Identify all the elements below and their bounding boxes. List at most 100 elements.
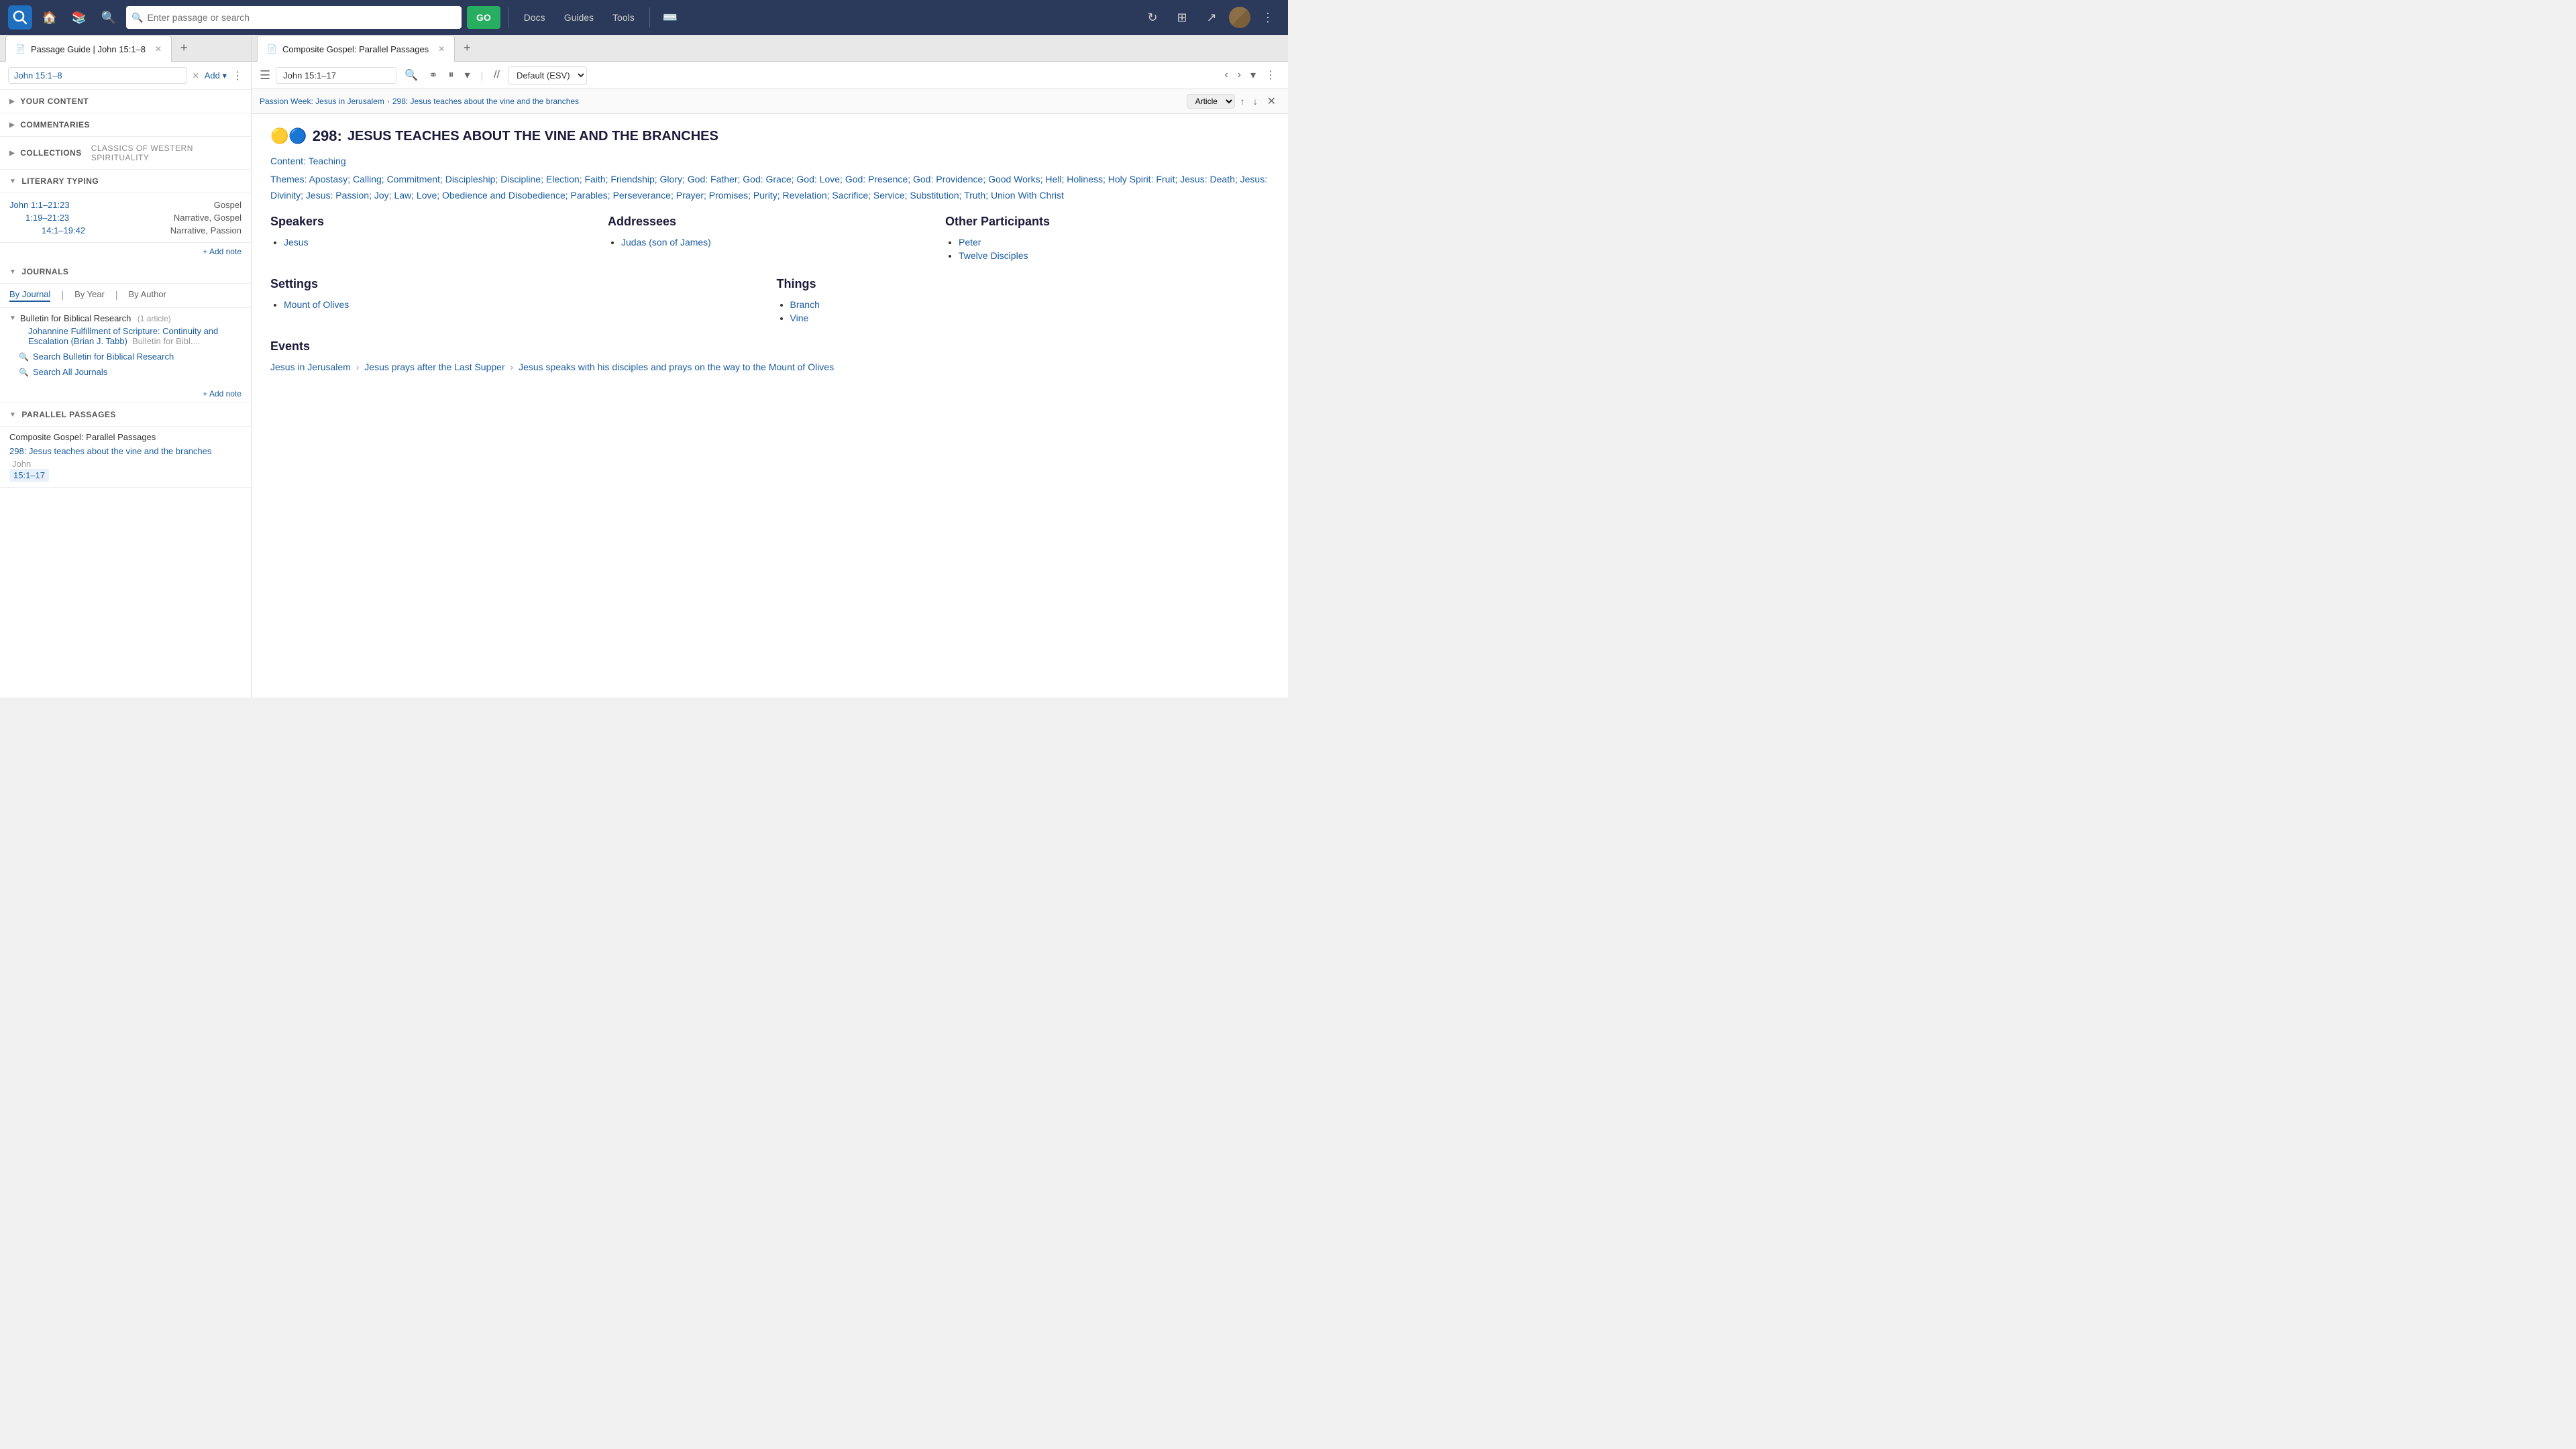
- tools-button[interactable]: Tools: [606, 9, 641, 25]
- theme-link[interactable]: Union With Christ: [991, 190, 1064, 201]
- more-menu-button[interactable]: ⋮: [232, 69, 243, 83]
- right-passage-input[interactable]: [276, 67, 396, 84]
- theme-link[interactable]: Obedience and Disobedience: [442, 190, 566, 201]
- passage-input[interactable]: [8, 67, 187, 84]
- library-button[interactable]: 📚: [67, 5, 91, 30]
- theme-link[interactable]: Friendship: [610, 174, 654, 184]
- add-note-journals-button[interactable]: + Add note: [0, 385, 251, 402]
- literary-typing-header[interactable]: ▼ LITERARY TYPING: [0, 170, 251, 193]
- theme-link[interactable]: Discipline: [500, 174, 541, 184]
- tab-by-journal[interactable]: By Journal: [9, 289, 50, 302]
- right-link-button[interactable]: ⚭: [426, 66, 440, 85]
- tab-by-year[interactable]: By Year: [74, 289, 105, 302]
- addressee-link[interactable]: Judas (son of James): [621, 237, 711, 248]
- theme-link[interactable]: Holiness: [1067, 174, 1103, 184]
- passage-clear-button[interactable]: ✕: [193, 71, 199, 80]
- journal-name-row[interactable]: ▼ Bulletin for Biblical Research (1 arti…: [9, 313, 241, 323]
- section-commentaries[interactable]: ▶ COMMENTARIES: [0, 113, 251, 137]
- theme-link[interactable]: Service: [873, 190, 905, 201]
- breadcrumb-close-button[interactable]: ✕: [1263, 93, 1280, 109]
- theme-link[interactable]: Calling: [353, 174, 382, 184]
- more-options-button[interactable]: ⋮: [1256, 5, 1280, 30]
- add-content-button[interactable]: Add ▾: [205, 70, 227, 81]
- hamburger-menu-button[interactable]: ☰: [260, 68, 270, 83]
- events-link-2[interactable]: Jesus prays after the Last Supper: [364, 362, 504, 372]
- theme-link[interactable]: Perseverance: [613, 190, 671, 201]
- theme-link[interactable]: Substitution: [910, 190, 959, 201]
- events-link-3[interactable]: Jesus speaks with his disciples and pray…: [519, 362, 834, 372]
- breadcrumb-current-link[interactable]: 298: Jesus teaches about the vine and th…: [392, 97, 579, 106]
- journal-expand-icon[interactable]: ▼: [9, 315, 16, 322]
- tab-composite-gospel[interactable]: 📄 Composite Gospel: Parallel Passages ✕: [257, 36, 455, 62]
- theme-link[interactable]: Election: [546, 174, 580, 184]
- journal-article-link[interactable]: Johannine Fulfillment of Scripture: Cont…: [9, 323, 241, 349]
- right-double-bar-button[interactable]: //: [491, 66, 502, 84]
- theme-link[interactable]: Commitment: [387, 174, 440, 184]
- docs-button[interactable]: Docs: [517, 9, 552, 25]
- participant-link[interactable]: Twelve Disciples: [959, 250, 1028, 261]
- search-journal-button[interactable]: 🔍 Search Bulletin for Biblical Research: [9, 349, 241, 364]
- app-logo[interactable]: [8, 5, 32, 30]
- speaker-link[interactable]: Jesus: [284, 237, 309, 248]
- theme-link[interactable]: Love: [417, 190, 437, 201]
- lit-ref-2[interactable]: 1:19–21:23: [25, 213, 69, 223]
- home-button[interactable]: 🏠: [38, 5, 62, 30]
- theme-link[interactable]: Jesus: Passion: [306, 190, 369, 201]
- theme-link[interactable]: Jesus: Death: [1180, 174, 1235, 184]
- theme-link[interactable]: God: Father: [688, 174, 738, 184]
- add-note-literary-button[interactable]: + Add note: [0, 243, 251, 260]
- add-tab-left-button[interactable]: +: [174, 39, 193, 58]
- search-all-journals-button[interactable]: 🔍 Search All Journals: [9, 364, 241, 380]
- theme-link[interactable]: Truth: [964, 190, 985, 201]
- theme-link[interactable]: Holy Spirit: Fruit: [1108, 174, 1175, 184]
- search-input[interactable]: [147, 12, 456, 23]
- breadcrumb-up-button[interactable]: ↑: [1238, 95, 1248, 108]
- theme-link[interactable]: God: Grace: [743, 174, 791, 184]
- theme-link[interactable]: Sacrifice: [832, 190, 868, 201]
- guides-button[interactable]: Guides: [557, 9, 600, 25]
- more-button[interactable]: ⋮: [1261, 66, 1280, 85]
- search-button[interactable]: 🔍: [97, 5, 121, 30]
- translation-select[interactable]: Default (ESV): [508, 66, 587, 85]
- breadcrumb-down-button[interactable]: ↓: [1250, 95, 1260, 108]
- lit-ref-1[interactable]: John 1:1–21:23: [9, 200, 70, 210]
- thing-link[interactable]: Vine: [790, 313, 809, 323]
- theme-link[interactable]: Discipleship: [445, 174, 496, 184]
- parallel-ref[interactable]: 15:1–17: [9, 469, 49, 482]
- parallel-passages-header[interactable]: ▼ PARALLEL PASSAGES: [0, 403, 251, 427]
- theme-link[interactable]: Faith: [584, 174, 605, 184]
- theme-link[interactable]: Purity: [753, 190, 777, 201]
- tab-close-passage-guide[interactable]: ✕: [155, 44, 162, 54]
- theme-link[interactable]: Parables: [571, 190, 608, 201]
- theme-link[interactable]: Revelation: [782, 190, 826, 201]
- terminal-button[interactable]: ⌨️: [658, 5, 682, 30]
- user-avatar[interactable]: [1229, 7, 1250, 28]
- theme-link[interactable]: God: Love: [796, 174, 840, 184]
- tab-by-author[interactable]: By Author: [129, 289, 166, 302]
- breadcrumb-parent-link[interactable]: Passion Week: Jesus in Jerusalem: [260, 97, 384, 106]
- view-mode-select[interactable]: Article: [1187, 94, 1235, 109]
- tab-passage-guide[interactable]: 📄 Passage Guide | John 15:1–8 ✕: [5, 36, 172, 62]
- theme-link[interactable]: Law: [394, 190, 411, 201]
- theme-link[interactable]: Hell: [1045, 174, 1061, 184]
- journals-header[interactable]: ▼ JOURNALS: [0, 260, 251, 284]
- section-your-content[interactable]: ▶ YOUR CONTENT: [0, 90, 251, 113]
- theme-link[interactable]: Good Works: [988, 174, 1040, 184]
- down-arrow-button[interactable]: ▾: [1246, 66, 1260, 85]
- setting-link[interactable]: Mount of Olives: [284, 299, 349, 310]
- thing-link[interactable]: Branch: [790, 299, 820, 310]
- tab-close-composite[interactable]: ✕: [438, 44, 445, 54]
- theme-link[interactable]: God: Providence: [913, 174, 983, 184]
- right-search-button[interactable]: 🔍: [402, 66, 421, 85]
- section-collections[interactable]: ▶ COLLECTIONS Classics of Western Spirit…: [0, 137, 251, 170]
- right-parallel-button[interactable]: ⏸: [445, 66, 456, 84]
- layout-button[interactable]: ⊞: [1170, 5, 1194, 30]
- events-link-1[interactable]: Jesus in Jerusalem: [270, 362, 351, 372]
- lit-ref-3[interactable]: 14:1–19:42: [42, 225, 85, 235]
- next-arrow-button[interactable]: ›: [1234, 66, 1245, 85]
- theme-link[interactable]: Glory: [660, 174, 682, 184]
- sync-button[interactable]: ↻: [1140, 5, 1165, 30]
- theme-link[interactable]: Apostasy: [309, 174, 348, 184]
- theme-link[interactable]: Joy: [374, 190, 389, 201]
- content-value[interactable]: Teaching: [309, 156, 346, 166]
